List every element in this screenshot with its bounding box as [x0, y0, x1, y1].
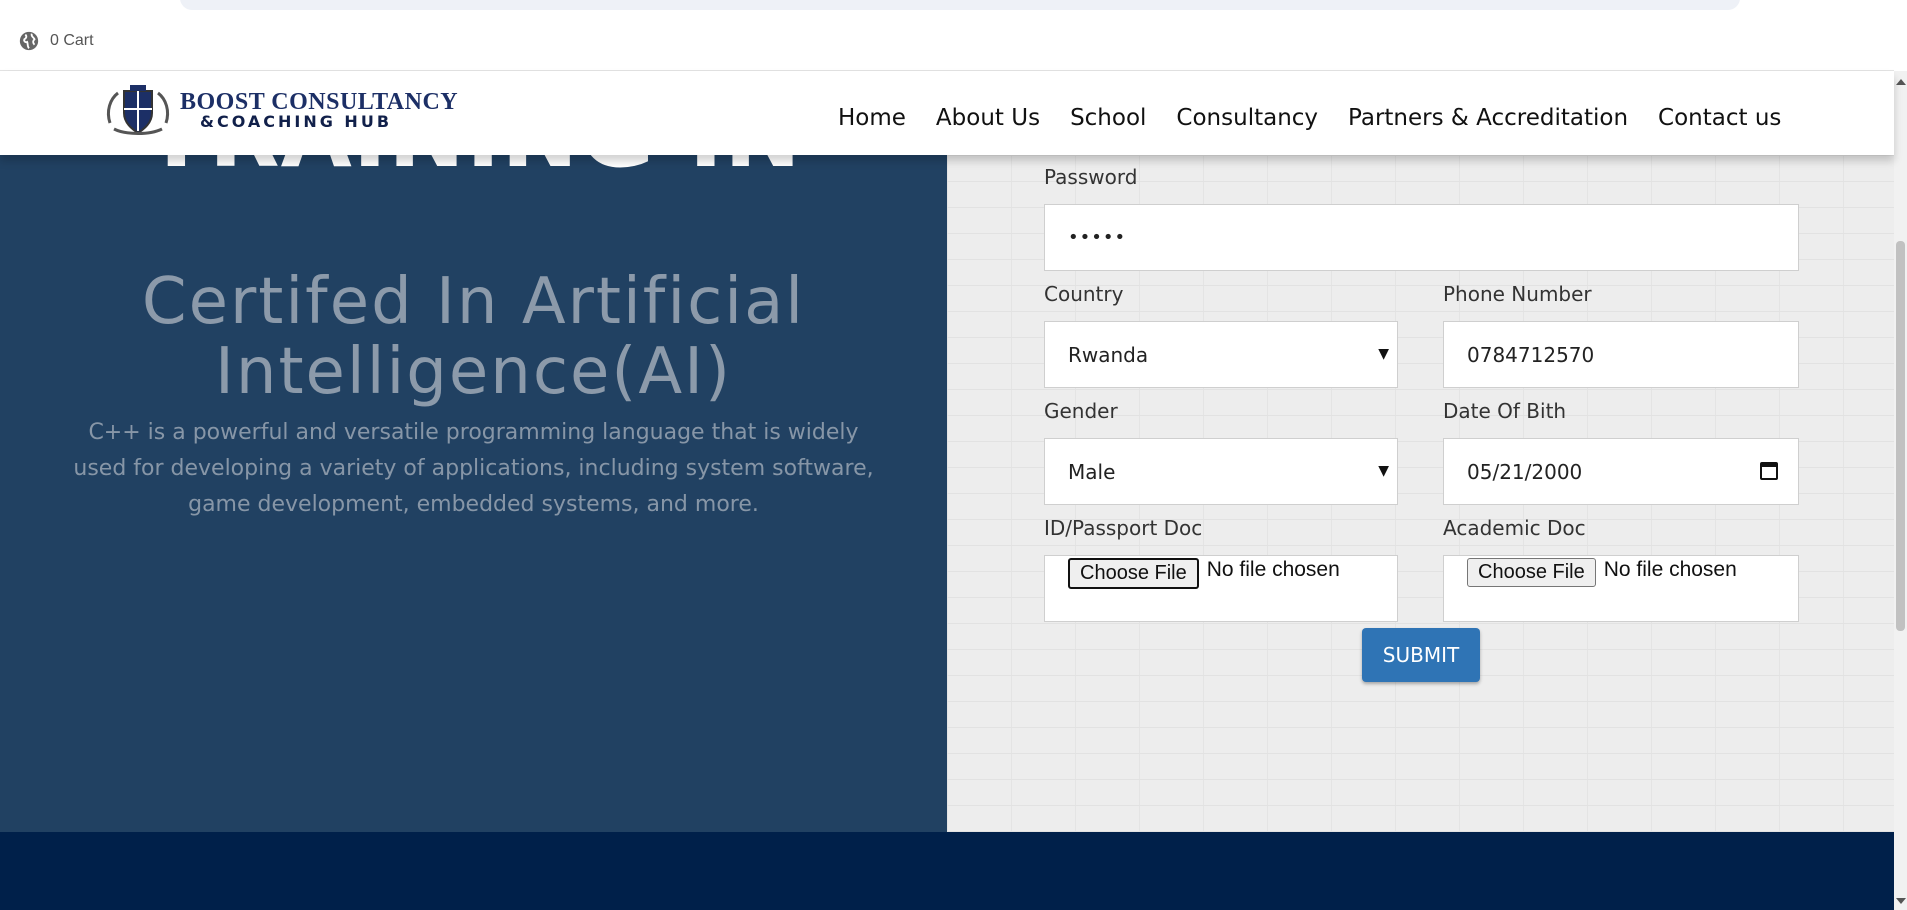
academic-doc-upload: Choose File No file chosen — [1443, 555, 1799, 622]
main-nav: Home About Us School Consultancy Partner… — [838, 105, 1781, 131]
phone-field[interactable]: 0784712570 — [1443, 321, 1799, 388]
hero-section: TRAINING IN Certifed In Artificial Intel… — [0, 155, 947, 832]
id-doc-choose-file-button[interactable]: Choose File — [1068, 558, 1199, 589]
globe-icon — [19, 31, 39, 51]
phone-label: Phone Number — [1443, 282, 1592, 306]
country-value: Rwanda — [1068, 342, 1149, 367]
cart-link[interactable]: 0 Cart — [18, 30, 94, 52]
nav-about-us[interactable]: About Us — [936, 105, 1040, 131]
chevron-down-icon: ▼ — [1378, 346, 1389, 362]
chevron-down-icon: ▼ — [1378, 463, 1389, 479]
nav-contact-us[interactable]: Contact us — [1658, 105, 1781, 131]
scroll-up-icon[interactable] — [1896, 79, 1906, 85]
country-label: Country — [1044, 282, 1124, 306]
country-select[interactable]: Rwanda ▼ — [1044, 321, 1398, 388]
search-bar[interactable] — [180, 0, 1740, 10]
nav-partners-accreditation[interactable]: Partners & Accreditation — [1348, 105, 1628, 131]
site-header: BOOST CONSULTANCY &COACHING HUB Home Abo… — [0, 71, 1894, 155]
nav-consultancy[interactable]: Consultancy — [1176, 105, 1318, 131]
registration-form: Password ••••• Country Rwanda ▼ Phone Nu… — [947, 155, 1894, 832]
scroll-down-icon[interactable] — [1896, 898, 1906, 904]
submit-button[interactable]: SUBMIT — [1362, 628, 1480, 682]
gender-select[interactable]: Male ▼ — [1044, 438, 1398, 505]
logo-subtitle: &COACHING HUB — [200, 112, 393, 131]
hero-description: C++ is a powerful and versatile programm… — [73, 420, 874, 517]
dob-value: 05/21/2000 — [1467, 459, 1583, 484]
hero-heading: TRAINING IN — [0, 155, 947, 188]
logo-title: BOOST CONSULTANCY — [180, 89, 459, 115]
gender-value: Male — [1068, 459, 1116, 484]
academic-doc-status: No file chosen — [1603, 558, 1737, 581]
page-scrollbar[interactable] — [1894, 71, 1907, 910]
calendar-icon[interactable] — [1760, 462, 1778, 480]
scroll-thumb[interactable] — [1896, 241, 1905, 631]
footer — [0, 832, 1894, 910]
cart-label: 0 Cart — [50, 32, 94, 49]
academic-doc-choose-file-button[interactable]: Choose File — [1467, 558, 1596, 587]
crest-logo-icon — [106, 85, 170, 135]
id-doc-label: ID/Passport Doc — [1044, 516, 1203, 540]
dob-label: Date Of Bith — [1443, 399, 1567, 423]
academic-doc-label: Academic Doc — [1443, 516, 1586, 540]
password-label: Password — [1044, 165, 1138, 189]
id-doc-upload: Choose File No file chosen — [1044, 555, 1398, 622]
id-doc-status: No file chosen — [1206, 558, 1340, 581]
dob-field[interactable]: 05/21/2000 — [1443, 438, 1799, 505]
password-field[interactable]: ••••• — [1044, 204, 1799, 271]
gender-label: Gender — [1044, 399, 1118, 423]
site-logo[interactable]: BOOST CONSULTANCY &COACHING HUB — [104, 83, 458, 137]
nav-home[interactable]: Home — [838, 105, 906, 131]
hero-subheading: Certifed In Artificial Intelligence(AI) — [141, 265, 806, 409]
nav-school[interactable]: School — [1070, 105, 1146, 131]
top-utility-bar: 0 Cart — [0, 0, 1894, 71]
